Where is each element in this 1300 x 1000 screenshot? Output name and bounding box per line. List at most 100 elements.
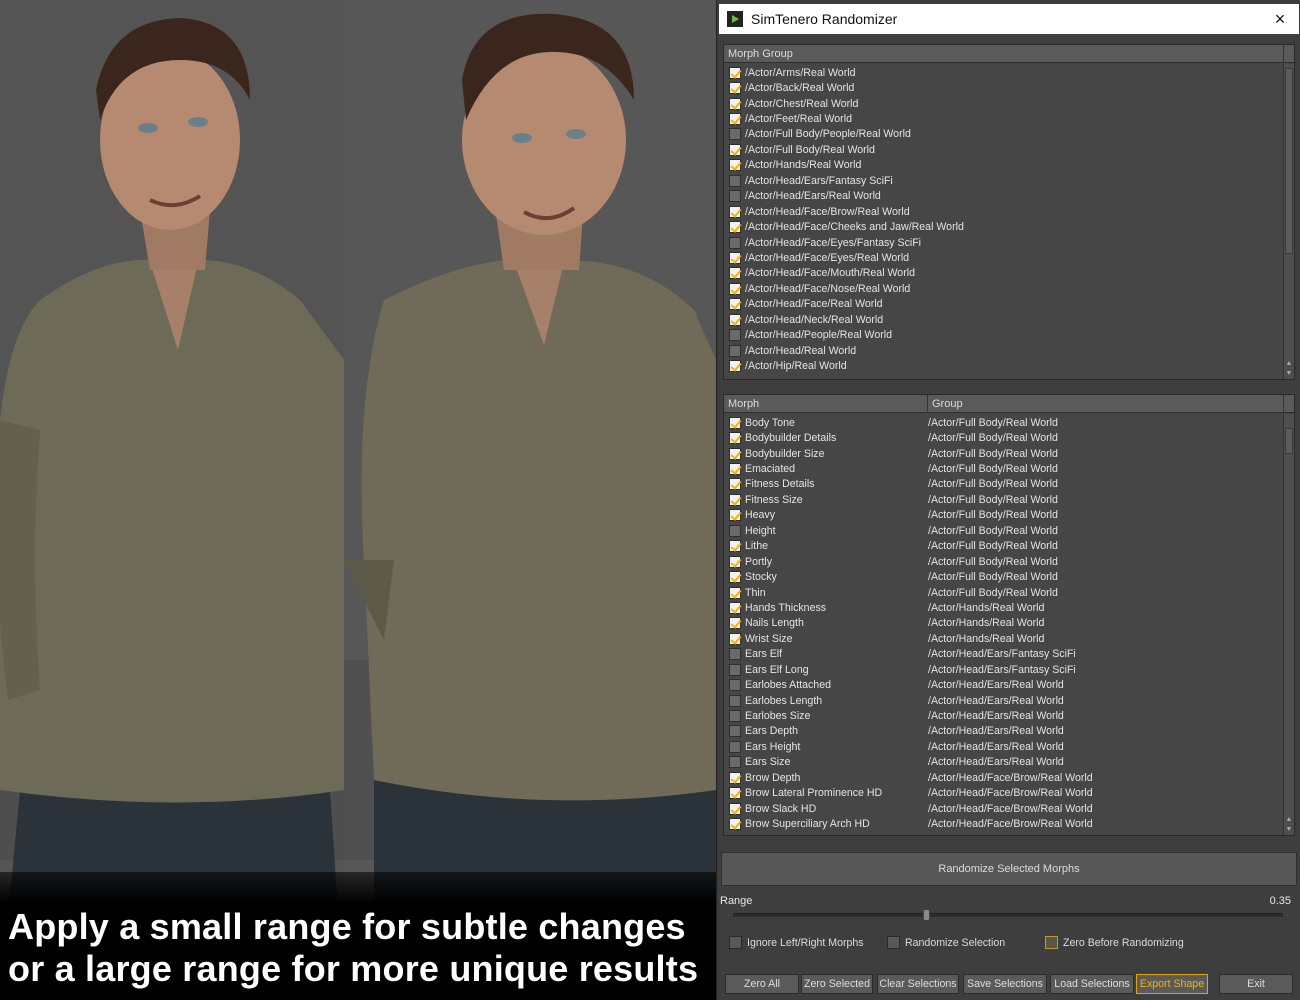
morph-row[interactable]: Ears Depth/Actor/Head/Ears/Real World [724,724,1282,739]
morph-group-row[interactable]: /Actor/Head/Face/Real World [724,297,1282,312]
checkbox-checked-icon[interactable] [729,97,741,110]
save-selections-button[interactable]: Save Selections [963,974,1047,994]
checkbox-unchecked-icon[interactable] [729,128,741,141]
zero-before-randomizing-checkbox[interactable]: Zero Before Randomizing [1045,936,1184,949]
checkbox-box[interactable] [1045,936,1058,949]
morph-row[interactable]: Height/Actor/Full Body/Real World [724,523,1282,538]
morph-row[interactable]: Heavy/Actor/Full Body/Real World [724,508,1282,523]
morph-row[interactable]: Nails Length/Actor/Hands/Real World [724,616,1282,631]
checkbox-unchecked-icon[interactable] [729,524,741,537]
checkbox-unchecked-icon[interactable] [729,756,741,769]
checkbox-checked-icon[interactable] [729,632,741,645]
checkbox-checked-icon[interactable] [729,540,741,553]
checkbox-checked-icon[interactable] [729,113,741,126]
checkbox-checked-icon[interactable] [729,432,741,445]
morph-group-row[interactable]: /Actor/Head/Face/Cheeks and Jaw/Real Wor… [724,219,1282,234]
exit-button[interactable]: Exit [1219,974,1293,994]
morph-row[interactable]: Brow Slack HD/Actor/Head/Face/Brow/Real … [724,801,1282,816]
checkbox-unchecked-icon[interactable] [729,344,741,357]
morph-row[interactable]: Brow Superciliary Arch HD/Actor/Head/Fac… [724,816,1282,831]
morph-group-row[interactable]: /Actor/Head/Ears/Real World [724,189,1282,204]
morph-group-header[interactable]: Morph Group [724,45,1294,63]
load-selections-button[interactable]: Load Selections [1050,974,1134,994]
checkbox-unchecked-icon[interactable] [729,190,741,203]
scroll-thumb[interactable] [1285,68,1293,254]
checkbox-checked-icon[interactable] [729,555,741,568]
morph-list[interactable]: Morph Group Body Tone/Actor/Full Body/Re… [723,394,1295,836]
morph-group-row[interactable]: /Actor/Back/Real World [724,80,1282,95]
checkbox-unchecked-icon[interactable] [729,236,741,249]
checkbox-checked-icon[interactable] [729,586,741,599]
checkbox-checked-icon[interactable] [729,802,741,815]
morph-row[interactable]: Thin/Actor/Full Body/Real World [724,585,1282,600]
morph-group-row[interactable]: /Actor/Head/Face/Eyes/Fantasy SciFi [724,235,1282,250]
morph-row[interactable]: Ears Elf/Actor/Head/Ears/Fantasy SciFi [724,647,1282,662]
morph-row[interactable]: Earlobes Length/Actor/Head/Ears/Real Wor… [724,693,1282,708]
checkbox-checked-icon[interactable] [729,205,741,218]
checkbox-checked-icon[interactable] [729,221,741,234]
scroll-thumb[interactable] [1285,428,1293,454]
checkbox-checked-icon[interactable] [729,493,741,506]
checkbox-unchecked-icon[interactable] [729,648,741,661]
morph-row[interactable]: Brow Lateral Prominence HD/Actor/Head/Fa… [724,786,1282,801]
checkbox-checked-icon[interactable] [729,282,741,295]
checkbox-unchecked-icon[interactable] [729,710,741,723]
checkbox-unchecked-icon[interactable] [729,740,741,753]
checkbox-checked-icon[interactable] [729,771,741,784]
checkbox-checked-icon[interactable] [729,478,741,491]
morph-group-row[interactable]: /Actor/Full Body/Real World [724,142,1282,157]
scroll-up-icon[interactable]: ▲ [1284,359,1294,369]
morph-list-header[interactable]: Morph Group [724,395,1294,413]
morph-group-row[interactable]: /Actor/Arms/Real World [724,65,1282,80]
checkbox-checked-icon[interactable] [729,509,741,522]
checkbox-unchecked-icon[interactable] [729,663,741,676]
checkbox-box[interactable] [729,936,742,949]
morph-group-row[interactable]: /Actor/Head/Face/Brow/Real World [724,204,1282,219]
morph-row[interactable]: Earlobes Attached/Actor/Head/Ears/Real W… [724,677,1282,692]
morph-row[interactable]: Fitness Size/Actor/Full Body/Real World [724,492,1282,507]
morph-group-row[interactable]: /Actor/Feet/Real World [724,111,1282,126]
zero-all-button[interactable]: Zero All [725,974,799,994]
morph-row[interactable]: Lithe/Actor/Full Body/Real World [724,539,1282,554]
checkbox-checked-icon[interactable] [729,818,741,831]
morph-group-row[interactable]: /Actor/Head/Face/Nose/Real World [724,281,1282,296]
scroll-down-icon[interactable]: ▼ [1284,369,1294,379]
morph-group-row[interactable]: /Actor/Full Body/People/Real World [724,127,1282,142]
checkbox-unchecked-icon[interactable] [729,329,741,342]
column-header-group[interactable]: Group [928,395,1284,413]
checkbox-unchecked-icon[interactable] [729,694,741,707]
checkbox-unchecked-icon[interactable] [729,174,741,187]
column-header-morph[interactable]: Morph [724,395,928,413]
range-slider[interactable] [733,909,1283,921]
morph-row[interactable]: Bodybuilder Details/Actor/Full Body/Real… [724,430,1282,445]
checkbox-checked-icon[interactable] [729,416,741,429]
column-header-morph-group[interactable]: Morph Group [724,45,1284,63]
morph-row[interactable]: Hands Thickness/Actor/Hands/Real World [724,600,1282,615]
title-bar[interactable]: SimTenero Randomizer × [719,4,1299,34]
morph-row[interactable]: Body Tone/Actor/Full Body/Real World [724,415,1282,430]
checkbox-unchecked-icon[interactable] [729,725,741,738]
checkbox-checked-icon[interactable] [729,360,741,373]
checkbox-checked-icon[interactable] [729,313,741,326]
morph-group-row[interactable]: /Actor/Head/Face/Mouth/Real World [724,266,1282,281]
checkbox-checked-icon[interactable] [729,66,741,79]
morph-list-scrollbar[interactable]: ▲ ▼ [1283,414,1294,835]
morph-group-row[interactable]: /Actor/Head/Ears/Fantasy SciFi [724,173,1282,188]
morph-row[interactable]: Wrist Size/Actor/Hands/Real World [724,631,1282,646]
checkbox-checked-icon[interactable] [729,159,741,172]
morph-row[interactable]: Emaciated/Actor/Full Body/Real World [724,461,1282,476]
checkbox-unchecked-icon[interactable] [729,679,741,692]
checkbox-checked-icon[interactable] [729,601,741,614]
checkbox-checked-icon[interactable] [729,571,741,584]
checkbox-checked-icon[interactable] [729,617,741,630]
checkbox-checked-icon[interactable] [729,267,741,280]
morph-row[interactable]: Ears Size/Actor/Head/Ears/Real World [724,755,1282,770]
morph-row[interactable]: Earlobes Size/Actor/Head/Ears/Real World [724,708,1282,723]
morph-group-row[interactable]: /Actor/Head/People/Real World [724,327,1282,342]
close-button[interactable]: × [1267,6,1293,32]
checkbox-checked-icon[interactable] [729,251,741,264]
checkbox-checked-icon[interactable] [729,463,741,476]
range-slider-handle[interactable] [923,909,931,921]
morph-group-row[interactable]: /Actor/Chest/Real World [724,96,1282,111]
scroll-down-icon[interactable]: ▼ [1284,825,1294,835]
